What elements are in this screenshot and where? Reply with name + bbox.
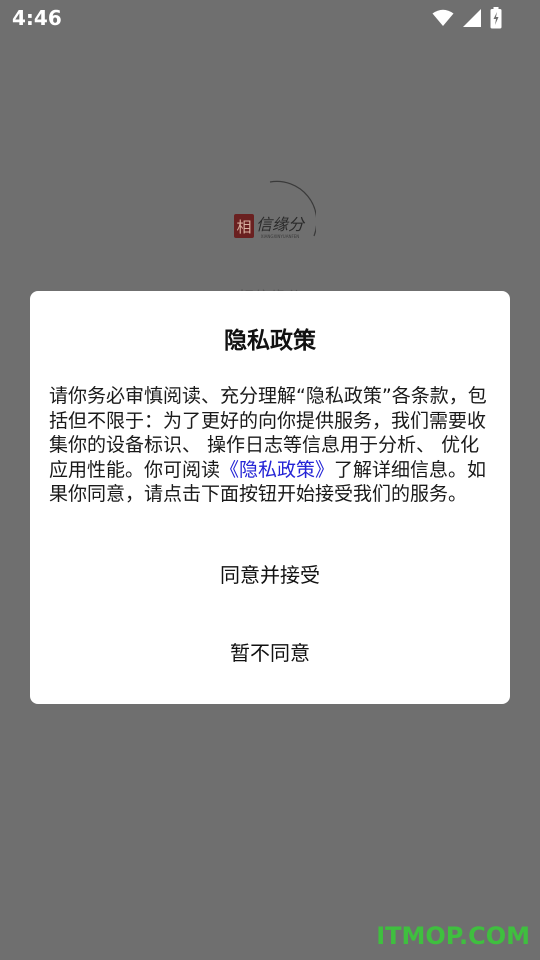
privacy-dialog: 隐私政策 请你务必审慎阅读、充分理解“隐私政策”各条款，包括但不限于：为了更好的… bbox=[30, 291, 510, 704]
svg-text:信缘分: 信缘分 bbox=[256, 215, 306, 234]
screen: 4:46 相 信缘分 XIANGXINYUANFEN 隐私政策 请你务必审慎阅读… bbox=[0, 0, 540, 960]
svg-text:相: 相 bbox=[236, 218, 251, 236]
dialog-title: 隐私政策 bbox=[224, 328, 316, 354]
app-logo: 相 信缘分 XIANGXINYUANFEN bbox=[232, 200, 312, 244]
signal-icon bbox=[462, 8, 482, 28]
wifi-icon bbox=[432, 9, 454, 27]
battery-charging-icon bbox=[490, 7, 502, 29]
dialog-body: 请你务必审慎阅读、充分理解“隐私政策”各条款，包括但不限于：为了更好的向你提供服… bbox=[49, 384, 493, 507]
agree-button[interactable]: 同意并接受 bbox=[50, 550, 490, 600]
status-time: 4:46 bbox=[12, 6, 62, 30]
status-bar: 4:46 bbox=[0, 0, 540, 36]
status-icons bbox=[432, 6, 502, 30]
svg-text:XIANGXINYUANFEN: XIANGXINYUANFEN bbox=[261, 234, 300, 239]
decline-button[interactable]: 暂不同意 bbox=[50, 628, 490, 678]
watermark: ITMOP.COM bbox=[376, 922, 530, 950]
privacy-policy-link[interactable]: 《隐私政策》 bbox=[220, 459, 334, 481]
